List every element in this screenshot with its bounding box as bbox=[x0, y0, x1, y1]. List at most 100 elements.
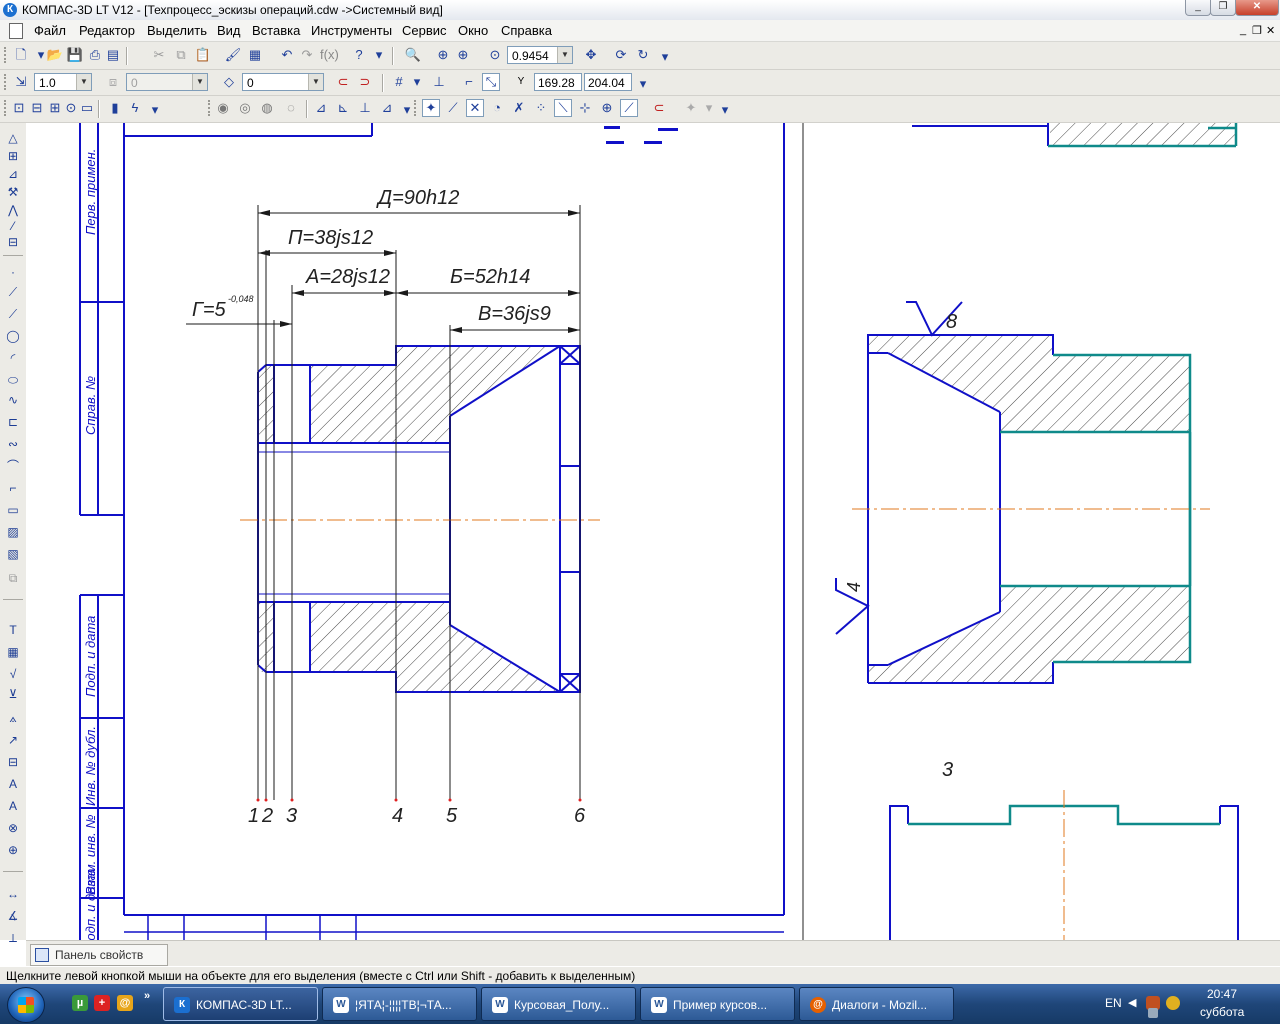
toolbar-grip[interactable] bbox=[414, 100, 419, 116]
center-mark-tool-icon[interactable]: ⊕ bbox=[4, 841, 22, 859]
fill-tool-icon[interactable]: ▧ bbox=[4, 545, 22, 563]
format-brush-icon[interactable]: 🖌 bbox=[224, 46, 242, 64]
part-section-left[interactable] bbox=[240, 345, 600, 693]
current-layer-combo[interactable]: 0 ▼ bbox=[242, 73, 324, 91]
tolerance-tool-icon[interactable]: ⊟ bbox=[4, 753, 22, 771]
quicklaunch-more-icon[interactable]: » bbox=[142, 988, 152, 1004]
doc-minimize-icon[interactable]: _ bbox=[1240, 24, 1246, 36]
mail-app-icon[interactable]: @ bbox=[117, 995, 133, 1011]
rectangle-icon[interactable]: ▭ bbox=[78, 99, 96, 117]
toolbar-more-icon[interactable]: ▾ bbox=[634, 75, 652, 93]
refresh-view-icon[interactable]: ⟳ bbox=[612, 46, 630, 64]
close-button[interactable]: ✕ bbox=[1235, 0, 1279, 16]
taskbar-button-word-2[interactable]: W Курсовая_Полу... bbox=[481, 987, 636, 1021]
help-pointer-icon[interactable]: ? bbox=[350, 46, 368, 64]
property-panel-tab[interactable]: Панель свойств bbox=[30, 944, 168, 966]
ortho-mode-icon[interactable]: ⌐ bbox=[460, 73, 478, 91]
edit-panel-icon[interactable]: ⚒ bbox=[4, 183, 22, 201]
layers-icon[interactable]: ◇ bbox=[220, 73, 238, 91]
toolbar-more-icon[interactable]: ▾ bbox=[146, 101, 164, 119]
cut-icon[interactable]: ✂ bbox=[150, 46, 168, 64]
utorrent-icon[interactable]: µ bbox=[72, 995, 88, 1011]
grid-dropdown-icon[interactable]: ▾ bbox=[408, 73, 426, 91]
plus-app-icon[interactable]: + bbox=[94, 995, 110, 1011]
toolbar-grip[interactable] bbox=[4, 47, 9, 63]
geometry-panel-icon[interactable]: △ bbox=[4, 129, 22, 147]
render-icon-3[interactable]: ◍ bbox=[258, 99, 276, 117]
cursor-step-combo[interactable]: 1.0 ▼ bbox=[34, 73, 92, 91]
maximize-button[interactable]: ❐ bbox=[1210, 0, 1236, 16]
lightning-icon[interactable]: ϟ bbox=[126, 99, 144, 117]
angle-step-combo[interactable]: 0 ▼ bbox=[126, 73, 208, 91]
zoom-scale-icon[interactable]: ⊙ bbox=[486, 46, 504, 64]
cursor-x-field[interactable]: 169.28 bbox=[534, 73, 582, 91]
step-cursor-icon[interactable]: ⇲ bbox=[12, 73, 30, 91]
label-tool-icon[interactable]: A bbox=[4, 775, 22, 793]
leader-tool-icon[interactable]: ⟑ bbox=[4, 709, 22, 727]
dimension-d[interactable]: Д=90h12 bbox=[376, 187, 459, 209]
zoom-window-icon[interactable]: 🔍 bbox=[404, 46, 422, 64]
dimension-v[interactable]: В=36js9 bbox=[478, 303, 551, 325]
zoom-in-icon[interactable]: ⊕ bbox=[454, 46, 472, 64]
snap-midpoint-icon[interactable]: ⟋ bbox=[444, 99, 462, 117]
drawing-svg[interactable]: Перв. примен. Справ. № Подп. и дата Инв.… bbox=[26, 123, 1280, 940]
arc-tool-icon[interactable]: ◜ bbox=[4, 349, 22, 367]
menu-file[interactable]: Файл bbox=[34, 23, 66, 38]
menu-help[interactable]: Справка bbox=[501, 23, 552, 38]
part-view-bottom[interactable] bbox=[889, 790, 1239, 940]
toolbar-grip[interactable] bbox=[4, 74, 9, 90]
paste-icon[interactable]: 📋 bbox=[194, 46, 212, 64]
ellipse-tool-icon[interactable]: ⬭ bbox=[4, 371, 22, 389]
print-icon[interactable]: ⎙ bbox=[86, 46, 104, 64]
new-document-icon[interactable]: 🗋 bbox=[12, 46, 30, 64]
dimension-g[interactable]: Г=5 bbox=[192, 299, 227, 321]
undo-icon[interactable]: ↶ bbox=[278, 46, 296, 64]
tree-view-icon[interactable]: ⊡ bbox=[10, 99, 28, 117]
cut-line-tool-icon[interactable]: ⊗ bbox=[4, 819, 22, 837]
render-icon-4[interactable]: ◌ bbox=[282, 99, 300, 117]
circle-tool-icon[interactable]: ◯ bbox=[4, 327, 22, 345]
open-folder-icon[interactable]: 📂 bbox=[46, 46, 64, 64]
cursor-y-field[interactable]: 204.04 bbox=[584, 73, 632, 91]
round-coords-icon[interactable]: ⤡ bbox=[482, 73, 500, 91]
rectangle-tool-icon[interactable]: ▭ bbox=[4, 501, 22, 519]
notation-panel-icon[interactable]: ⊿ bbox=[4, 165, 22, 183]
snap-angle-icon[interactable]: ⟍ bbox=[554, 99, 572, 117]
select-panel-icon[interactable]: ⊟ bbox=[4, 233, 22, 251]
dimension-a[interactable]: А=28js12 bbox=[305, 266, 390, 288]
redo-icon[interactable]: ↷ bbox=[298, 46, 316, 64]
doc-close-icon[interactable]: ✕ bbox=[1266, 24, 1275, 37]
preview-icon[interactable]: ▤ bbox=[104, 46, 122, 64]
dimension-p[interactable]: П=38js12 bbox=[288, 227, 373, 249]
text-tool-icon[interactable]: T bbox=[4, 621, 22, 639]
snap-magnet-icon[interactable]: ⊂ bbox=[650, 99, 668, 117]
measure-icon-2[interactable]: ⊾ bbox=[334, 99, 352, 117]
menu-tools[interactable]: Инструменты bbox=[311, 23, 392, 38]
snap-grid-icon[interactable]: ⁘ bbox=[532, 99, 550, 117]
grid-icon[interactable]: # bbox=[390, 73, 408, 91]
arrow-tool-icon[interactable]: A bbox=[4, 797, 22, 815]
render-icon-1[interactable]: ◉ bbox=[214, 99, 232, 117]
local-cs-icon[interactable]: ⊥ bbox=[430, 73, 448, 91]
contour-tool-icon[interactable]: ⧉ bbox=[4, 569, 22, 587]
chevron-down-icon[interactable]: ▼ bbox=[557, 47, 572, 63]
title-bar[interactable]: К КОМПАС-3D LT V12 - [Техпроцесс_эскизы … bbox=[0, 0, 1280, 21]
redraw-icon[interactable]: ↻ bbox=[634, 46, 652, 64]
zoom-fit-icon[interactable]: ⊕ bbox=[434, 46, 452, 64]
dimensions-panel-icon[interactable]: ⊞ bbox=[4, 147, 22, 165]
doc-restore-icon[interactable]: ❐ bbox=[1252, 24, 1262, 37]
spline-tool-icon[interactable]: ∿ bbox=[4, 391, 22, 409]
zoom-scale-combo[interactable]: 0.9454 ▼ bbox=[507, 46, 573, 64]
aux-line-icon[interactable]: ⟋ bbox=[4, 283, 22, 301]
clock-day[interactable]: суббота bbox=[1200, 1005, 1244, 1019]
roughness-tool-icon[interactable]: √ bbox=[4, 665, 22, 683]
pan-icon[interactable]: ✥ bbox=[582, 46, 600, 64]
position-tool-icon[interactable]: ↗ bbox=[4, 731, 22, 749]
help-dropdown-icon[interactable]: ▾ bbox=[370, 46, 388, 64]
bezier-tool-icon[interactable]: ∾ bbox=[4, 435, 22, 453]
snap-tangent-icon[interactable]: ◔ bbox=[488, 99, 506, 117]
language-indicator[interactable]: EN bbox=[1105, 996, 1122, 1010]
menu-view[interactable]: Вид bbox=[217, 23, 241, 38]
minimize-button[interactable]: _ bbox=[1185, 0, 1211, 16]
snap-line-icon[interactable]: ⟋ bbox=[620, 99, 638, 117]
